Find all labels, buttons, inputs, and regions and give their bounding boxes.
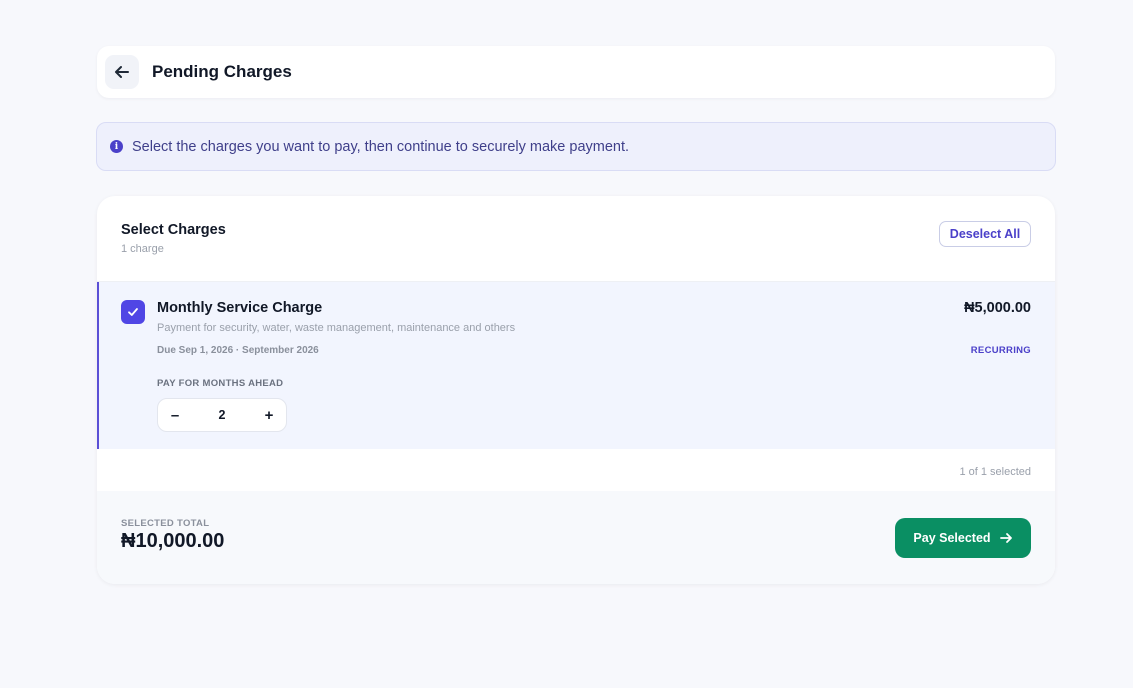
pay-button-label: Pay Selected bbox=[913, 531, 991, 545]
increment-button[interactable]: + bbox=[262, 405, 276, 425]
total-footer: SELECTED TOTAL ₦10,000.00 Pay Selected bbox=[97, 491, 1055, 584]
total-value: ₦10,000.00 bbox=[121, 530, 225, 552]
arrow-right-icon bbox=[999, 533, 1012, 543]
months-stepper: – 2 + bbox=[157, 398, 287, 432]
charge-count: 1 charge bbox=[121, 243, 164, 255]
charge-due-date: Due Sep 1, 2026 · September 2026 bbox=[157, 345, 319, 356]
charge-item[interactable]: Monthly Service Charge Payment for secur… bbox=[97, 282, 1055, 449]
months-ahead-label: PAY FOR MONTHS AHEAD bbox=[157, 378, 284, 389]
arrow-left-icon bbox=[115, 66, 129, 78]
check-icon bbox=[128, 308, 138, 316]
card-title: Select Charges bbox=[121, 222, 226, 238]
charge-description: Payment for security, water, waste manag… bbox=[157, 322, 516, 334]
charge-name: Monthly Service Charge bbox=[157, 300, 323, 316]
charge-amount: ₦5,000.00 bbox=[964, 300, 1031, 316]
pay-selected-button[interactable]: Pay Selected bbox=[895, 518, 1031, 558]
page-header: Pending Charges bbox=[97, 46, 1055, 98]
charges-card: Select Charges 1 charge Deselect All Mon… bbox=[97, 196, 1055, 584]
recurring-badge: RECURRING bbox=[970, 345, 1031, 356]
back-button[interactable] bbox=[105, 55, 139, 89]
page-title: Pending Charges bbox=[152, 62, 292, 81]
selection-summary: 1 of 1 selected bbox=[97, 449, 1055, 491]
total-label: SELECTED TOTAL bbox=[121, 518, 210, 529]
charge-checkbox[interactable] bbox=[121, 300, 145, 324]
deselect-all-button[interactable]: Deselect All bbox=[939, 221, 1031, 247]
decrement-button[interactable]: – bbox=[168, 405, 182, 425]
selected-count: 1 of 1 selected bbox=[959, 466, 1031, 478]
info-icon: i bbox=[110, 140, 123, 153]
info-banner: i Select the charges you want to pay, th… bbox=[96, 122, 1056, 171]
charges-card-header: Select Charges 1 charge Deselect All bbox=[97, 196, 1055, 282]
info-text: Select the charges you want to pay, then… bbox=[132, 138, 630, 155]
months-value[interactable]: 2 bbox=[219, 408, 226, 422]
